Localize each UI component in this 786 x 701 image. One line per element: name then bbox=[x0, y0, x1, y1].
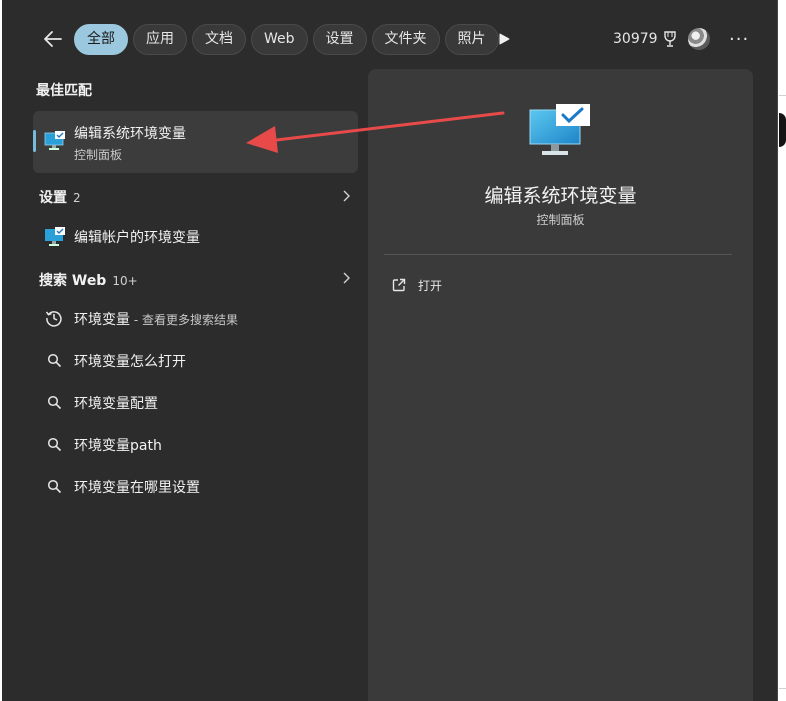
web-item-label: 环境变量在哪里设置 bbox=[74, 480, 200, 496]
settings-heading-label: 设置 bbox=[39, 190, 67, 206]
web-item-search[interactable]: 环境变量path bbox=[33, 426, 358, 462]
filter-tabs: 全部 应用 文档 Web 设置 文件夹 照片 bbox=[74, 24, 499, 55]
search-web-chevron-right-icon[interactable] bbox=[341, 272, 351, 284]
best-match-heading: 最佳匹配 bbox=[36, 83, 92, 99]
search-icon bbox=[47, 353, 62, 368]
preview-title: 编辑系统环境变量 bbox=[484, 185, 637, 207]
preview-subtitle: 控制面板 bbox=[536, 213, 585, 227]
rewards-points[interactable]: 30979 bbox=[613, 30, 678, 48]
web-item-label: 环境变量怎么打开 bbox=[74, 354, 186, 370]
open-external-icon bbox=[392, 278, 406, 292]
settings-chevron-right-icon[interactable] bbox=[341, 190, 351, 202]
open-action[interactable]: 打开 bbox=[392, 273, 442, 297]
search-icon bbox=[47, 395, 62, 410]
web-item-search[interactable]: 环境变量怎么打开 bbox=[33, 342, 358, 378]
search-panel: 全部 应用 文档 Web 设置 文件夹 照片 30979 ··· 最佳匹配 编辑… bbox=[2, 0, 778, 701]
settings-item-label: 编辑帐户的环境变量 bbox=[74, 230, 200, 246]
web-item-query: 环境变量 bbox=[74, 312, 130, 328]
tab-web[interactable]: Web bbox=[251, 24, 308, 55]
settings-count: 2 bbox=[73, 191, 81, 205]
tab-settings[interactable]: 设置 bbox=[312, 24, 367, 55]
more-tabs-play-icon[interactable] bbox=[496, 31, 512, 47]
web-item-label: 环境变量配置 bbox=[74, 396, 158, 412]
preview-pane: 编辑系统环境变量 控制面板 打开 bbox=[368, 69, 753, 701]
selection-accent bbox=[33, 130, 36, 152]
web-item-history[interactable]: 环境变量 - 查看更多搜索结果 bbox=[33, 300, 358, 336]
search-web-heading-label: 搜索 Web bbox=[39, 273, 107, 289]
tab-all[interactable]: 全部 bbox=[74, 24, 128, 55]
back-arrow-icon[interactable] bbox=[40, 26, 66, 52]
edge-line bbox=[779, 688, 786, 689]
rewards-trophy-icon bbox=[663, 31, 676, 47]
tab-apps[interactable]: 应用 bbox=[133, 24, 187, 55]
control-panel-monitor-icon bbox=[529, 104, 590, 155]
user-avatar[interactable] bbox=[688, 28, 710, 50]
background-window-edge bbox=[779, 95, 786, 695]
best-match-item[interactable]: 编辑系统环境变量 控制面板 bbox=[33, 111, 358, 173]
search-icon bbox=[47, 479, 62, 494]
open-label: 打开 bbox=[418, 278, 443, 293]
search-web-heading[interactable]: 搜索 Web 10+ bbox=[39, 270, 138, 290]
rewards-points-value: 30979 bbox=[613, 31, 658, 47]
best-match-title: 编辑系统环境变量 bbox=[74, 126, 186, 142]
more-options-icon[interactable]: ··· bbox=[729, 29, 748, 50]
control-panel-monitor-icon bbox=[45, 227, 65, 246]
edge-circle bbox=[779, 113, 786, 147]
web-item-search[interactable]: 环境变量配置 bbox=[33, 384, 358, 420]
tab-documents[interactable]: 文档 bbox=[192, 24, 246, 55]
history-icon bbox=[45, 311, 62, 327]
edge-line bbox=[779, 95, 786, 96]
control-panel-monitor-icon bbox=[44, 131, 65, 150]
web-item-label: 环境变量path bbox=[74, 438, 162, 454]
settings-heading[interactable]: 设置 2 bbox=[39, 187, 81, 207]
tab-photos[interactable]: 照片 bbox=[444, 24, 499, 55]
web-item-suffix: - 查看更多搜索结果 bbox=[130, 313, 238, 327]
search-web-count: 10+ bbox=[112, 274, 138, 288]
preview-divider bbox=[384, 254, 732, 255]
search-icon bbox=[47, 437, 62, 452]
settings-item-account-env[interactable]: 编辑帐户的环境变量 bbox=[33, 218, 358, 254]
tab-folders[interactable]: 文件夹 bbox=[371, 24, 440, 55]
web-item-search[interactable]: 环境变量在哪里设置 bbox=[33, 468, 358, 504]
web-item-label: 环境变量 - 查看更多搜索结果 bbox=[74, 309, 238, 329]
best-match-subtitle: 控制面板 bbox=[74, 148, 123, 162]
